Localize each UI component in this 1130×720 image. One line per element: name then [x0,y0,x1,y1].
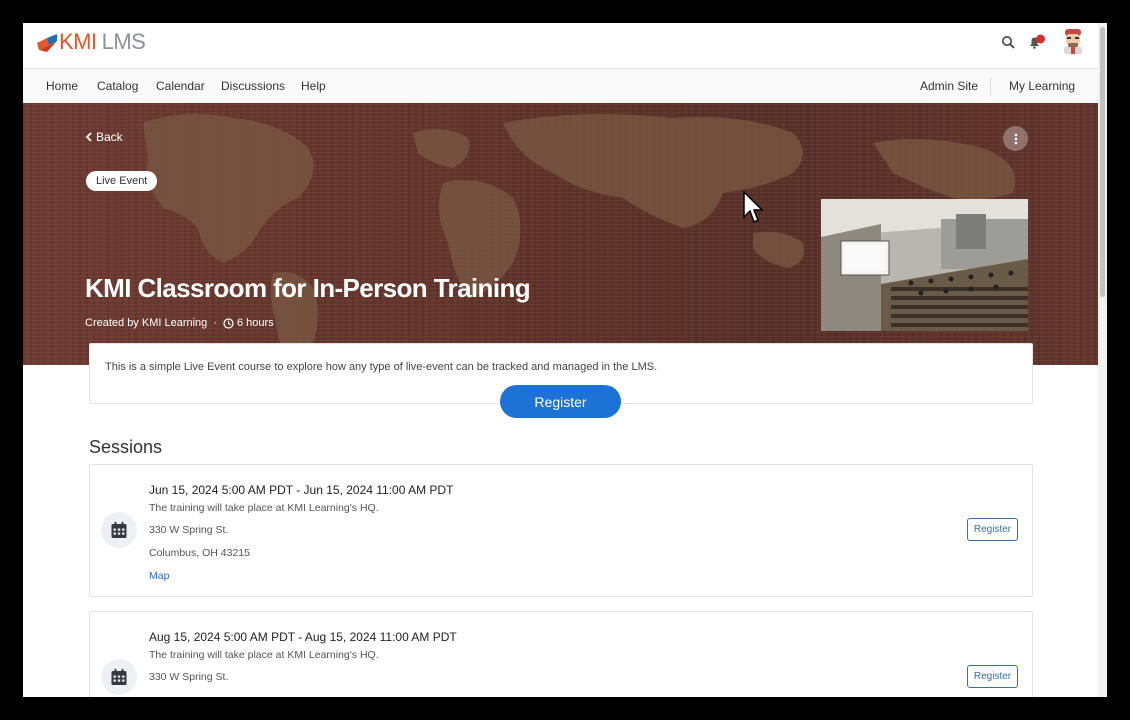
search-icon[interactable] [1001,35,1015,49]
session-description: The training will take place at KMI Lear… [149,649,379,661]
session-address-line1: 330 W Spring St. [149,671,229,683]
nav-admin-site[interactable]: Admin Site [920,79,978,93]
register-button[interactable]: Register [500,385,621,418]
more-options-button[interactable] [1003,126,1028,151]
nav-catalog[interactable]: Catalog [97,79,138,93]
meta-separator: · [213,317,217,329]
nav-discussions[interactable]: Discussions [221,79,285,93]
created-by: Created by KMI Learning [85,317,208,329]
notification-bell-icon[interactable] [1028,34,1046,50]
calendar-icon [111,668,127,685]
course-title: KMI Classroom for In-Person Training [85,273,531,303]
nav-help[interactable]: Help [301,79,326,93]
session-date-range: Jun 15, 2024 5:00 AM PDT - Jun 15, 2024 … [149,483,454,497]
kmi-lms-logo[interactable]: KMI LMS [35,29,146,55]
scrollbar-thumb[interactable] [1100,27,1105,297]
classroom-photo [821,199,1028,331]
nav-home[interactable]: Home [46,79,78,93]
notification-dot [1036,34,1045,44]
mouse-pointer-icon [743,191,764,224]
course-duration: 6 hours [236,317,274,329]
session-register-button[interactable]: Register [967,518,1018,541]
nav-my-learning[interactable]: My Learning [1009,79,1075,93]
nav-divider [990,77,991,95]
browser-viewport: KMI LMS Home Catalog Calendar Discussion… [23,23,1107,697]
logo-lms-text: LMS [101,29,146,54]
page-scrollbar[interactable] [1098,23,1107,697]
session-address-line2: Columbus, OH 43215 [149,547,250,559]
chevron-left-icon [85,132,92,142]
session-calendar-icon-wrap [101,512,137,548]
session-card: Aug 15, 2024 5:00 AM PDT - Aug 15, 2024 … [89,611,1033,697]
nav-calendar[interactable]: Calendar [156,79,205,93]
session-map-link[interactable]: Map [149,570,169,582]
live-event-badge: Live Event [86,171,158,191]
session-card: Jun 15, 2024 5:00 AM PDT - Jun 15, 2024 … [89,464,1033,597]
logo-kmi-text: KMI [59,29,97,54]
session-register-button[interactable]: Register [967,665,1018,688]
session-date-range: Aug 15, 2024 5:00 AM PDT - Aug 15, 2024 … [149,630,457,644]
session-calendar-icon-wrap [101,659,137,695]
clock-icon [223,317,234,329]
course-description: This is a simple Live Event course to ex… [105,361,658,373]
kebab-menu-icon [1014,133,1017,144]
user-avatar[interactable] [1061,28,1085,54]
back-link[interactable]: Back [85,130,123,144]
main-navigation: Home Catalog Calendar Discussions Help A… [23,69,1098,104]
session-description: The training will take place at KMI Lear… [149,502,379,514]
session-address-line1: 330 W Spring St. [149,524,229,536]
course-meta: Created by KMI Learning · 6 hours [85,317,274,329]
course-hero-banner: Back Live Event KMI Classroom for In-Per… [23,103,1098,365]
back-label: Back [96,130,123,144]
calendar-icon [111,521,127,538]
logo-mark-icon [37,34,57,52]
sessions-heading: Sessions [89,437,163,457]
top-header: KMI LMS [23,23,1098,69]
